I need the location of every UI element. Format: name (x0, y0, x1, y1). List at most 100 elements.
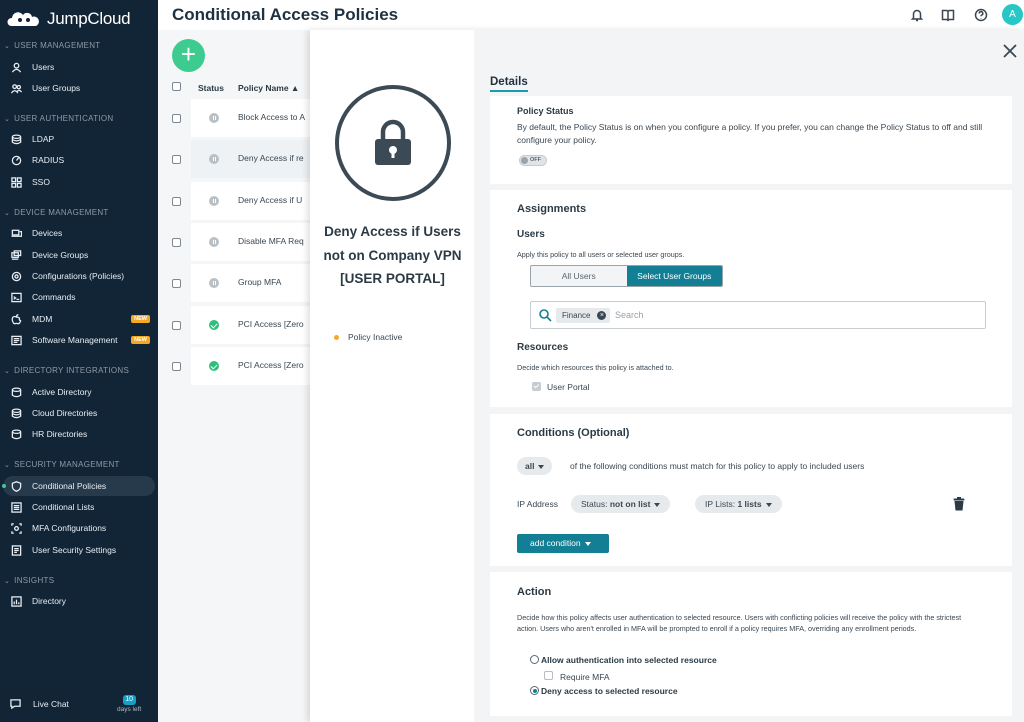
sidebar-item-active-directory[interactable]: Active Directory (3, 382, 155, 402)
table-row[interactable]: PCI Access [Zero (191, 347, 321, 385)
sidebar-item-sso[interactable]: SSO (3, 172, 155, 192)
section-security-management[interactable]: ⌄ SECURITY MANAGEMENT (0, 460, 120, 469)
require-mfa-checkbox[interactable] (544, 671, 553, 680)
policy-detail-panel: Deny Access if Users not on Company VPN … (310, 30, 1024, 722)
sidebar-item-ldap[interactable]: LDAP (3, 129, 155, 149)
active-status-icon (209, 361, 219, 371)
table-row[interactable]: Disable MFA Req (191, 223, 321, 261)
conditions-title: Conditions (Optional) (517, 427, 630, 439)
help-icon[interactable] (974, 8, 988, 22)
sidebar-item-mfa-configurations[interactable]: MFA Configurations (3, 518, 155, 538)
sidebar-item-label: Software Management (32, 335, 118, 345)
sidebar-item-device-groups[interactable]: Device Groups (3, 245, 155, 265)
row-checkbox[interactable] (172, 321, 181, 330)
conditions-card: Conditions (Optional) all of the followi… (490, 414, 1012, 566)
sidebar-item-commands[interactable]: Commands (3, 287, 155, 307)
column-status[interactable]: Status (198, 83, 224, 93)
list-icon (11, 501, 22, 513)
column-policy-name[interactable]: Policy Name ▲ (238, 83, 299, 93)
match-select[interactable]: all (517, 457, 553, 475)
row-checkbox[interactable] (172, 362, 181, 371)
users-title: Users (517, 229, 545, 240)
jumpcloud-logo-icon (7, 12, 39, 26)
row-checkbox[interactable] (172, 114, 181, 123)
allow-auth-radio[interactable] (530, 655, 539, 664)
cloud-directories-icon (11, 407, 22, 419)
inactive-status-icon (209, 113, 219, 123)
deny-access-label: Deny access to selected resource (541, 686, 678, 696)
sidebar-item-configurations[interactable]: Configurations (Policies) (3, 266, 155, 286)
action-title: Action (517, 586, 552, 598)
group-chip-finance: Finance × (556, 308, 611, 323)
sidebar-item-label: Commands (32, 292, 76, 302)
sidebar-item-label: RADIUS (32, 155, 65, 165)
select-all-checkbox[interactable] (172, 82, 181, 91)
sidebar-item-hr-directories[interactable]: HR Directories (3, 424, 155, 444)
software-icon (11, 335, 22, 346)
require-mfa-label: Require MFA (560, 672, 610, 682)
sidebar-item-directory[interactable]: Directory (3, 591, 155, 611)
section-directory-integrations[interactable]: ⌄ DIRECTORY INTEGRATIONS (0, 366, 129, 375)
sidebar-item-label: Configurations (Policies) (32, 271, 125, 281)
logo[interactable]: JumpCloud (0, 0, 158, 30)
book-icon[interactable] (941, 8, 955, 22)
user-icon (11, 62, 22, 73)
sidebar-item-mdm[interactable]: MDM NEW (3, 309, 155, 329)
sidebar-item-software-management[interactable]: Software Management NEW (3, 330, 155, 350)
table-row[interactable]: Deny Access if re (191, 140, 321, 178)
bell-icon[interactable] (910, 8, 924, 22)
ip-address-label: IP Address (517, 499, 558, 509)
user-portal-checkbox[interactable] (532, 382, 541, 391)
table-row[interactable]: Group MFA (191, 264, 321, 302)
add-condition-button[interactable]: add condition (517, 534, 609, 553)
sidebar-item-label: Conditional Lists (32, 502, 95, 512)
remove-chip-icon[interactable]: × (597, 311, 607, 320)
sidebar-item-devices[interactable]: Devices (3, 223, 155, 243)
policy-status-toggle[interactable]: OFF (519, 155, 547, 166)
sidebar-item-conditional-lists[interactable]: Conditional Lists (3, 497, 155, 517)
sidebar-item-label: User Groups (32, 83, 81, 93)
row-checkbox[interactable] (172, 197, 181, 206)
section-insights[interactable]: ⌄ INSIGHTS (0, 576, 54, 585)
ip-status-select[interactable]: Status: not on list (571, 495, 671, 513)
sidebar-item-conditional-policies[interactable]: Conditional Policies (2, 476, 155, 496)
sidebar-item-label: Conditional Policies (32, 481, 107, 491)
row-checkbox[interactable] (172, 238, 181, 247)
table-row[interactable]: PCI Access [Zero (191, 306, 321, 344)
add-policy-button[interactable]: + (172, 39, 205, 72)
all-users-option[interactable]: All Users (531, 266, 627, 286)
search-input[interactable]: Search (615, 310, 644, 320)
sidebar-item-label: User Security Settings (32, 545, 117, 555)
sidebar-item-user-groups[interactable]: User Groups (3, 78, 155, 98)
sidebar-item-label: LDAP (32, 134, 55, 144)
row-checkbox[interactable] (172, 155, 181, 164)
sso-icon (11, 176, 22, 188)
sidebar-item-cloud-directories[interactable]: Cloud Directories (3, 403, 155, 423)
sidebar-item-label: Users (32, 62, 55, 72)
apple-icon (11, 313, 22, 325)
policy-status-card: Policy Status By default, the Policy Sta… (490, 96, 1012, 184)
section-user-management[interactable]: ⌄ USER MANAGEMENT (0, 41, 100, 50)
tab-details[interactable]: Details (490, 76, 528, 92)
user-group-search[interactable]: Finance × Search (530, 301, 986, 329)
deny-access-radio[interactable] (530, 686, 539, 695)
row-checkbox[interactable] (172, 279, 181, 288)
device-groups-icon (11, 249, 22, 261)
inactive-status-icon (209, 278, 219, 288)
close-icon[interactable] (1002, 43, 1018, 59)
table-row[interactable]: Deny Access if U (191, 182, 321, 220)
section-user-authentication[interactable]: ⌄ USER AUTHENTICATION (0, 114, 114, 123)
trash-icon[interactable] (953, 497, 965, 511)
avatar[interactable]: A (1002, 4, 1023, 25)
select-user-groups-option[interactable]: Select User Groups (626, 266, 722, 286)
sidebar-item-user-security-settings[interactable]: User Security Settings (3, 540, 155, 560)
ip-lists-select[interactable]: IP Lists: 1 lists (695, 495, 782, 513)
sidebar-item-users[interactable]: Users (3, 57, 155, 77)
table-row[interactable]: Block Access to A (191, 99, 321, 137)
lock-icon (335, 85, 451, 201)
sidebar-item-radius[interactable]: RADIUS (3, 150, 155, 170)
section-device-management[interactable]: ⌄ DEVICE MANAGEMENT (0, 208, 109, 217)
live-chat-button[interactable]: Live Chat (10, 698, 69, 709)
sidebar-item-label: Cloud Directories (32, 408, 98, 418)
assignments-card: Assignments Users Apply this policy to a… (490, 190, 1012, 407)
